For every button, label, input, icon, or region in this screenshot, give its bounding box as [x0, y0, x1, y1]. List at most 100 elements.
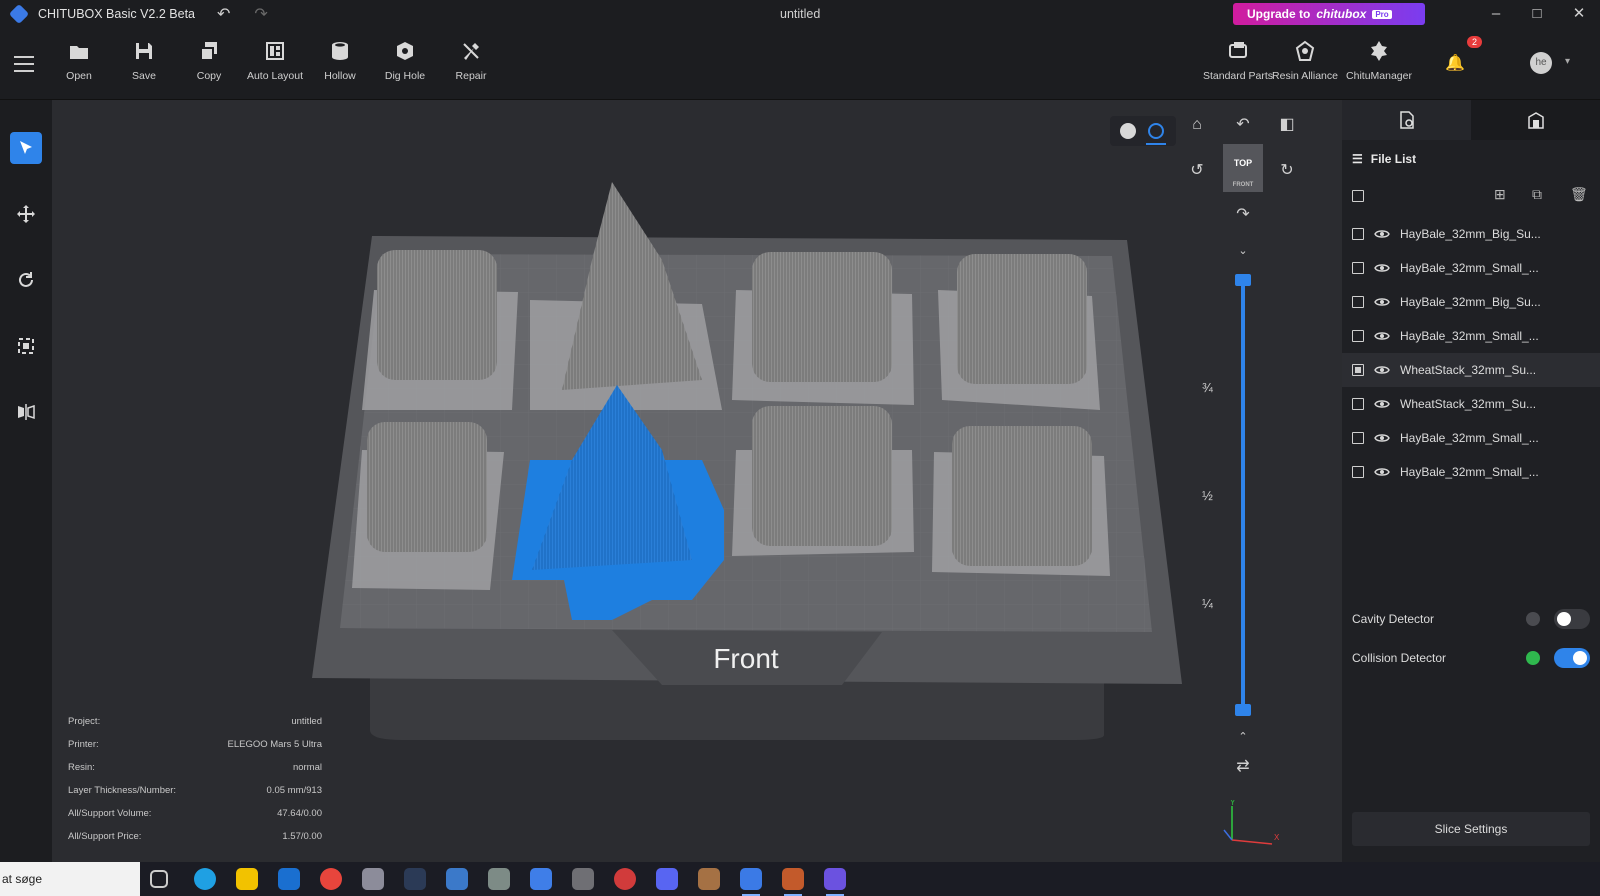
file-checkbox[interactable] [1352, 262, 1364, 274]
store-icon[interactable] [236, 868, 258, 890]
cursor-icon [20, 141, 32, 154]
layer-slider-bottom-knob[interactable] [1235, 704, 1251, 716]
app-icon-1[interactable] [362, 868, 384, 890]
chevron-down-icon[interactable]: ▾ [1565, 56, 1570, 67]
scale-tool[interactable] [10, 330, 42, 362]
file-list-item[interactable]: HayBale_32mm_Small_... [1342, 251, 1600, 285]
add-file-icon[interactable]: ⊞ [1494, 186, 1506, 203]
tilt-right-icon[interactable]: ↻ [1276, 160, 1298, 182]
eye-icon[interactable] [1374, 296, 1390, 308]
tab-printer[interactable] [1471, 100, 1600, 140]
close-button[interactable]: ✕ [1569, 4, 1589, 24]
file-checkbox[interactable] [1352, 330, 1364, 342]
app-icon-6[interactable] [614, 868, 636, 890]
view-cube[interactable]: TOP FRONT [1223, 144, 1263, 192]
rotate-left-view-icon[interactable]: ↶ [1232, 114, 1254, 136]
rotate-tool[interactable] [10, 264, 42, 296]
move-tool[interactable] [10, 198, 42, 230]
solid-shading-button[interactable] [1120, 123, 1136, 139]
standard-parts-button[interactable]: Standard Parts [1200, 40, 1276, 82]
file-name: HayBale_32mm_Small_... [1400, 329, 1539, 343]
mirror-tool[interactable] [10, 396, 42, 428]
app-icon-5[interactable] [572, 868, 594, 890]
app-icon-2[interactable] [446, 868, 468, 890]
eye-icon[interactable] [1374, 262, 1390, 274]
file-list-item[interactable]: WheatStack_32mm_Su... [1342, 387, 1600, 421]
eye-icon[interactable] [1374, 330, 1390, 342]
hollow-button[interactable]: Hollow [310, 40, 370, 82]
layer-down-icon[interactable]: ⌃ [1232, 726, 1254, 748]
file-checkbox[interactable] [1352, 466, 1364, 478]
app-icon-9[interactable] [824, 868, 846, 896]
app-icon-7[interactable] [698, 868, 720, 890]
layer-slider-track[interactable] [1241, 280, 1245, 710]
notification-bell-icon[interactable]: 🔔 [1444, 53, 1466, 75]
layer-settings-icon[interactable]: ⇄ [1232, 756, 1254, 778]
eye-icon[interactable] [1374, 398, 1390, 410]
file-list-item[interactable]: HayBale_32mm_Big_Su... [1342, 217, 1600, 251]
chrome-icon[interactable] [320, 868, 342, 890]
cavity-detector-label: Cavity Detector [1352, 612, 1435, 626]
undo-icon[interactable]: ↶ [217, 4, 230, 24]
task-view-icon[interactable] [150, 870, 168, 888]
eye-icon[interactable] [1374, 432, 1390, 444]
file-list-item[interactable]: HayBale_32mm_Small_... [1342, 319, 1600, 353]
edge-icon[interactable] [194, 868, 216, 890]
file-checkbox[interactable] [1352, 398, 1364, 410]
home-view-icon[interactable]: ⌂ [1186, 114, 1208, 136]
delete-icon[interactable]: 🗑 [1570, 186, 1588, 203]
repair-button[interactable]: Repair [441, 40, 501, 82]
select-tool[interactable] [10, 132, 42, 164]
discord-icon[interactable] [656, 868, 678, 890]
auto-layout-icon [264, 40, 286, 62]
redo-icon[interactable]: ↷ [254, 4, 267, 24]
perspective-cube-icon[interactable]: ◧ [1276, 114, 1298, 136]
upgrade-button[interactable]: Upgrade to chitubox Pro [1233, 3, 1425, 25]
dig-hole-button[interactable]: Dig Hole [375, 40, 435, 82]
app-icon-3[interactable] [488, 868, 510, 890]
tilt-left-icon[interactable]: ↺ [1186, 160, 1208, 182]
avatar[interactable]: he [1530, 52, 1552, 74]
steam-icon[interactable] [404, 868, 426, 890]
taskbar-search[interactable]: at søge [0, 862, 140, 896]
3d-viewport[interactable]: Front ⌂ ↶ ◧ ↺ ↻ TOP FRONT ↷ ⌄ ¾ ½ ¼ ⌃ ⇄ … [52, 100, 1342, 862]
layer-slider-top-knob[interactable] [1235, 274, 1251, 286]
chitubox-taskbar-icon[interactable] [740, 868, 762, 896]
eye-icon[interactable] [1374, 466, 1390, 478]
rotate-down-icon[interactable]: ↷ [1232, 204, 1254, 226]
resin-alliance-button[interactable]: Resin Alliance [1272, 40, 1338, 82]
app-icon-8[interactable] [782, 868, 804, 896]
auto-layout-button[interactable]: Auto Layout [245, 40, 305, 82]
eye-icon[interactable] [1374, 364, 1390, 376]
maximize-button[interactable]: □ [1527, 4, 1547, 24]
select-all-checkbox[interactable] [1352, 190, 1364, 202]
notification-badge: 2 [1467, 36, 1483, 48]
copy-button[interactable]: Copy [179, 40, 239, 82]
info-key: All/Support Price: [68, 831, 142, 842]
xray-shading-button[interactable] [1148, 123, 1164, 139]
menu-icon[interactable] [14, 56, 34, 72]
file-checkbox[interactable] [1352, 432, 1364, 444]
layer-up-icon[interactable]: ⌄ [1232, 240, 1254, 262]
file-checkbox[interactable] [1352, 364, 1364, 376]
mail-icon[interactable] [278, 868, 300, 890]
app-icon-4[interactable] [530, 868, 552, 890]
file-list-item[interactable]: HayBale_32mm_Small_... [1342, 455, 1600, 489]
file-checkbox[interactable] [1352, 228, 1364, 240]
file-list-item[interactable]: WheatStack_32mm_Su... [1342, 353, 1600, 387]
minimize-button[interactable]: – [1486, 4, 1506, 24]
tab-file-list[interactable] [1342, 100, 1471, 140]
slice-settings-button[interactable]: Slice Settings [1352, 812, 1590, 846]
cavity-detector-toggle[interactable] [1554, 609, 1590, 629]
eye-icon[interactable] [1374, 228, 1390, 240]
save-button[interactable]: Save [114, 40, 174, 82]
file-list-item[interactable]: HayBale_32mm_Big_Su... [1342, 285, 1600, 319]
open-button[interactable]: Open [49, 40, 109, 82]
dig-hole-icon [394, 40, 416, 62]
group-icon[interactable]: ⧉ [1532, 186, 1542, 203]
file-checkbox[interactable] [1352, 296, 1364, 308]
file-list-item[interactable]: HayBale_32mm_Small_... [1342, 421, 1600, 455]
collision-detector-toggle[interactable] [1554, 648, 1590, 668]
chitumanager-label: ChituManager [1346, 70, 1412, 82]
chitumanager-button[interactable]: ChituManager [1344, 40, 1414, 82]
